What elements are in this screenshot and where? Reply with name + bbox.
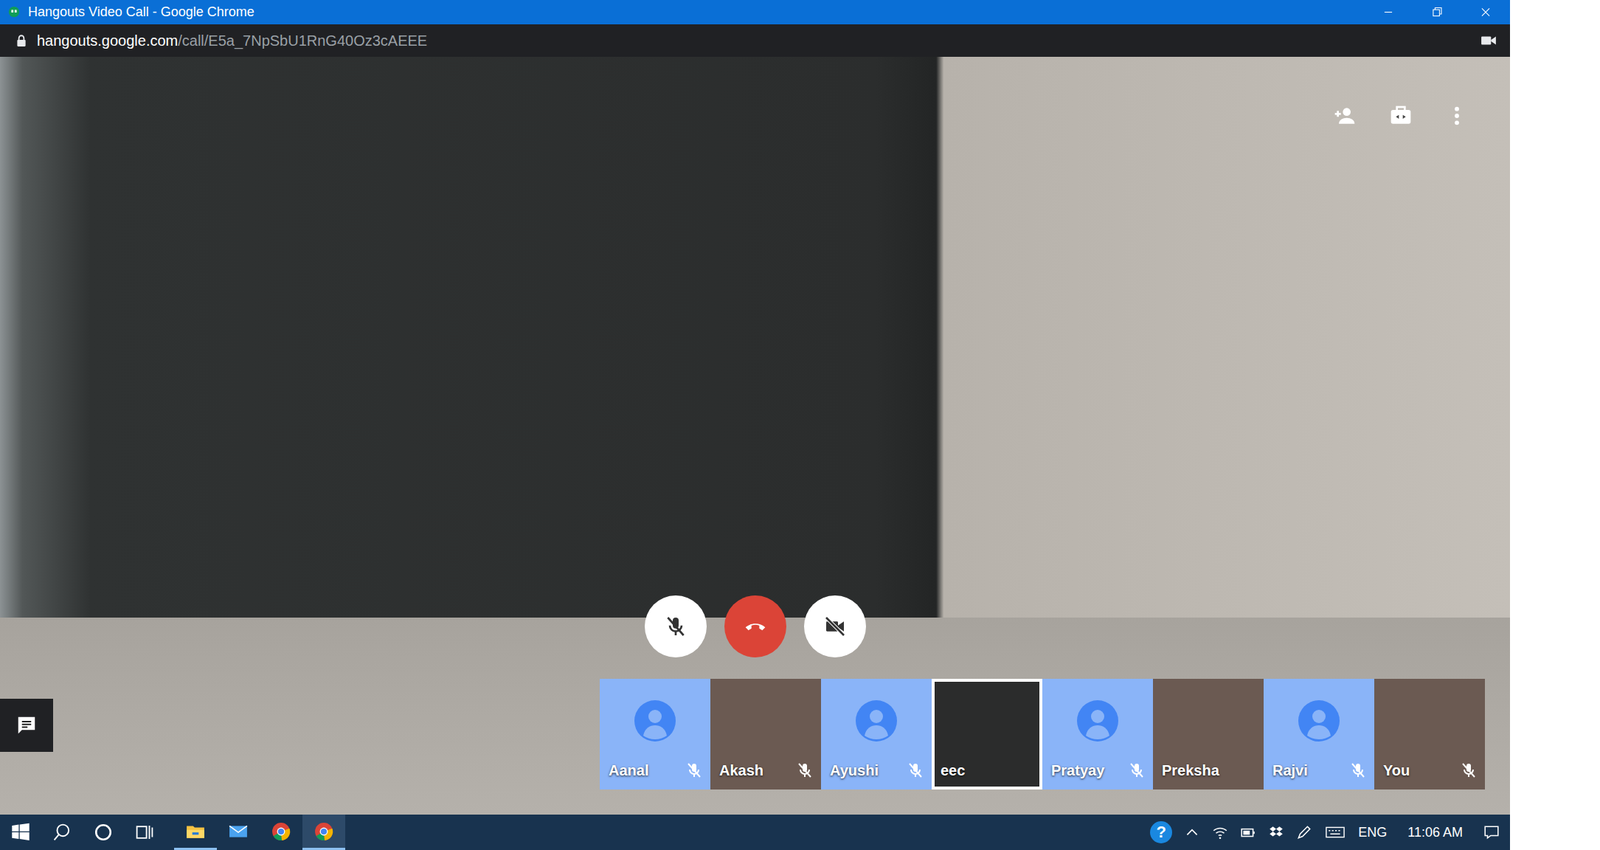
participant-name: Rajvi — [1272, 762, 1308, 779]
chat-button[interactable] — [0, 698, 54, 752]
chrome-icon — [271, 821, 291, 841]
muted-mic-icon — [1459, 761, 1478, 779]
mic-button[interactable] — [644, 595, 707, 658]
person-icon — [1296, 698, 1342, 743]
lock-icon — [14, 33, 29, 48]
participant-name: You — [1383, 762, 1410, 779]
participant-strip: Aanal Akash Ayushi eec Pratyay Preksha Rajvi Yo… — [599, 678, 1485, 790]
address-bar[interactable]: hangouts.google.com/call/E5a_7NpSbU1RnG4… — [0, 24, 1511, 57]
participant-tile[interactable]: Rajvi — [1263, 678, 1375, 790]
participant-name: Ayushi — [829, 762, 879, 779]
participant-tile[interactable]: Ayushi — [821, 678, 932, 790]
hang-up-icon — [743, 614, 768, 639]
present-screen-icon[interactable] — [1389, 104, 1413, 128]
more-options-icon[interactable] — [1445, 104, 1469, 128]
person-icon — [1075, 698, 1120, 743]
minimize-icon[interactable] — [1363, 0, 1413, 25]
camera-icon[interactable] — [1480, 34, 1497, 47]
cortana-button[interactable] — [82, 814, 124, 850]
keyboard-icon[interactable] — [1324, 823, 1347, 841]
muted-mic-icon — [795, 761, 814, 779]
title-bar[interactable]: Hangouts Video Call - Google Chrome — [0, 0, 1511, 25]
window-title: Hangouts Video Call - Google Chrome — [28, 4, 255, 20]
camera-off-icon — [823, 614, 847, 639]
help-icon[interactable]: ? — [1150, 821, 1173, 844]
mic-off-icon — [663, 614, 688, 639]
chevron-up-icon[interactable] — [1183, 823, 1201, 841]
muted-mic-icon — [906, 761, 925, 779]
desktop-background — [1510, 0, 1600, 850]
url-text[interactable]: hangouts.google.com/call/E5a_7NpSbU1RnG4… — [36, 32, 1472, 50]
call-stage: Aanal Akash Ayushi eec Pratyay Preksha Rajvi Yo… — [0, 56, 1511, 815]
hang-up-button[interactable] — [724, 595, 787, 658]
language-indicator[interactable]: ENG — [1358, 824, 1387, 841]
chat-icon — [15, 714, 38, 737]
wifi-icon[interactable] — [1211, 823, 1229, 841]
participant-tile[interactable]: You — [1374, 678, 1485, 790]
participant-name: eec — [940, 762, 965, 779]
hangouts-icon — [7, 5, 21, 20]
restore-icon[interactable] — [1412, 0, 1462, 25]
desktop: Hangouts Video Call - Google Chrome hango… — [0, 0, 1600, 850]
participant-tile[interactable]: eec — [931, 678, 1043, 790]
camera-button[interactable] — [804, 595, 867, 658]
participant-tile[interactable]: Aanal — [599, 678, 711, 790]
muted-mic-icon — [1349, 761, 1367, 779]
dropbox-icon[interactable] — [1268, 823, 1285, 841]
chrome-icon — [314, 821, 334, 841]
muted-mic-icon — [1127, 761, 1146, 779]
person-icon — [854, 698, 899, 743]
mail-icon — [228, 821, 248, 841]
participant-name: Preksha — [1161, 762, 1220, 779]
close-icon[interactable] — [1461, 0, 1511, 25]
notifications-icon[interactable] — [1483, 823, 1500, 841]
taskbar-app[interactable] — [174, 814, 217, 850]
participant-name: Pratyay — [1051, 762, 1105, 779]
folder-icon — [185, 821, 206, 841]
task-view-button[interactable] — [123, 814, 166, 850]
taskbar-app[interactable] — [259, 814, 303, 850]
participant-tile[interactable]: Preksha — [1152, 678, 1264, 790]
browser-window: Hangouts Video Call - Google Chrome hango… — [0, 0, 1511, 850]
start-button[interactable] — [0, 814, 42, 850]
search-icon — [52, 822, 72, 842]
person-icon — [632, 698, 678, 743]
participant-tile[interactable]: Akash — [710, 678, 822, 790]
participant-name: Aanal — [608, 762, 649, 779]
pen-icon[interactable] — [1296, 823, 1313, 841]
call-controls — [0, 595, 1511, 658]
windows-icon — [11, 822, 31, 842]
muted-mic-icon — [685, 761, 703, 779]
taskbar-app[interactable] — [216, 814, 260, 850]
task-view-icon — [134, 822, 155, 842]
search-button[interactable] — [41, 814, 83, 850]
participant-name: Akash — [719, 762, 764, 779]
battery-icon[interactable] — [1240, 823, 1257, 841]
clock[interactable]: 11:06 AM — [1398, 824, 1472, 841]
taskbar: ? ENG 11:06 AM — [0, 814, 1511, 850]
taskbar-app[interactable] — [302, 814, 346, 850]
cortana-icon — [93, 822, 113, 842]
add-person-icon[interactable] — [1332, 104, 1357, 128]
participant-tile[interactable]: Pratyay — [1042, 678, 1153, 790]
